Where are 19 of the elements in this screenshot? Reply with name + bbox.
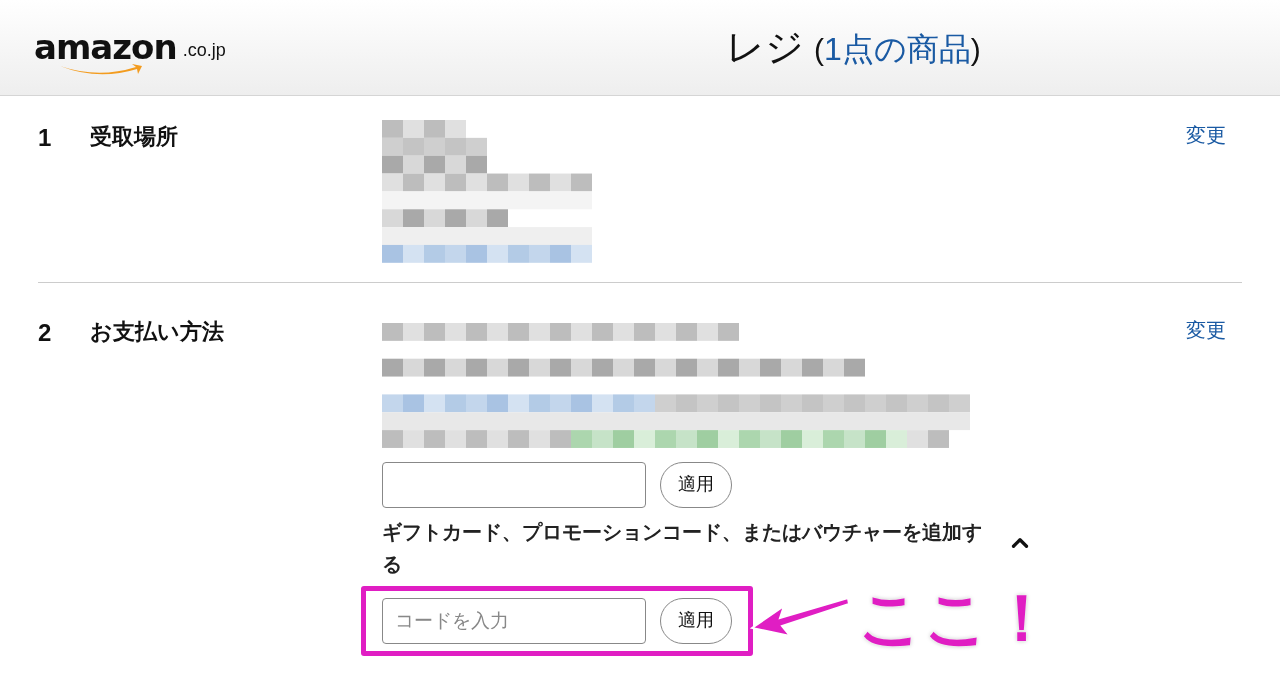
annotation-text: ここ！ — [858, 581, 1054, 656]
code-input-field[interactable]: コードを入力 — [382, 597, 646, 644]
promo-toggle-text[interactable]: ギフトカード、プロモーションコード、またはバウチャーを追加する — [382, 515, 997, 580]
title-open-paren: ( — [814, 32, 824, 68]
apply-button[interactable]: 適用 — [660, 461, 732, 508]
title-close-paren: ) — [970, 32, 981, 68]
step-number: 1 — [38, 123, 53, 153]
step-label: お支払い方法 — [90, 318, 225, 346]
code-input-field[interactable] — [382, 461, 646, 508]
apply-button[interactable]: 適用 — [660, 597, 732, 644]
logo-wordmark: amazon — [34, 26, 177, 67]
step-label: 受取場所 — [90, 123, 179, 151]
page-title: レジ — [726, 25, 804, 70]
step-number: 2 — [38, 318, 53, 348]
smile-arrow-icon — [58, 62, 144, 77]
change-link[interactable]: 変更 — [1186, 315, 1226, 345]
logo-domain: .co.jp — [182, 38, 226, 62]
item-count-link[interactable]: 1点の商品 — [824, 25, 971, 73]
change-link[interactable]: 変更 — [1186, 120, 1226, 150]
